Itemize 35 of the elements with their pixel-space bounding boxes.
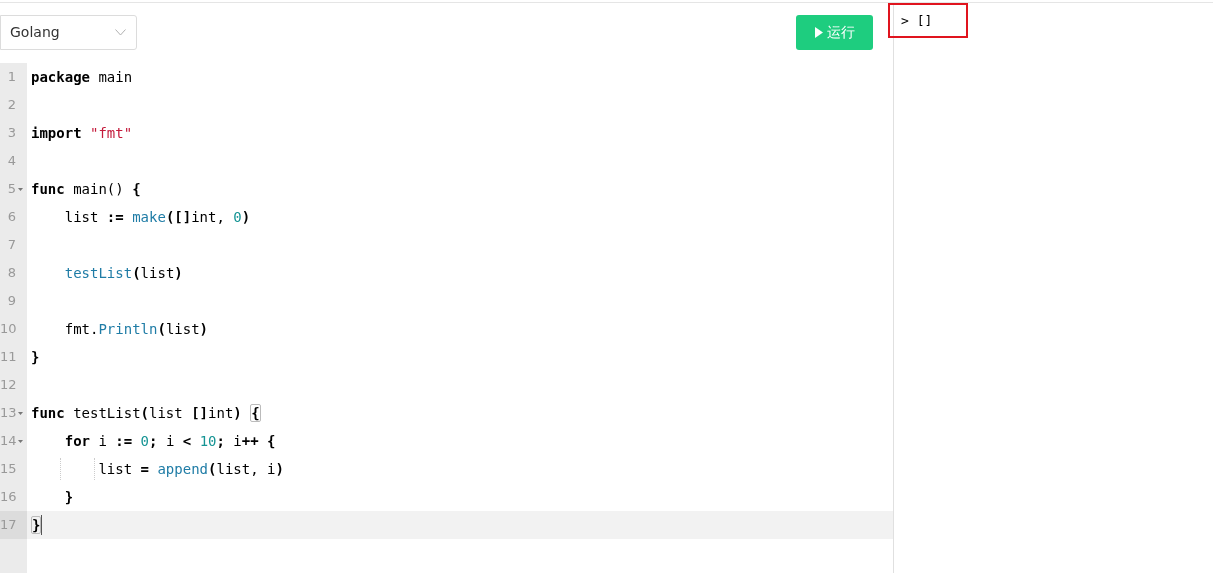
- line-number: 15: [0, 460, 17, 479]
- fold-arrow-icon[interactable]: [18, 187, 23, 191]
- line-number: 11: [0, 348, 17, 367]
- line-number: 5: [7, 180, 16, 199]
- line-number: 13: [0, 404, 17, 423]
- chevron-down-icon: [115, 29, 126, 36]
- line-number: 4: [7, 152, 16, 171]
- code-line: }: [31, 348, 40, 366]
- play-icon: [814, 27, 823, 38]
- code-line: fmt.Println(list): [63, 320, 209, 338]
- line-number: 1: [7, 68, 16, 87]
- code-line: package main: [31, 68, 133, 86]
- line-number: 12: [0, 376, 17, 395]
- line-number: 17: [0, 516, 17, 535]
- console-output: > []: [901, 13, 933, 28]
- code-line: func testList(list []int) {: [31, 404, 261, 422]
- fold-arrow-icon[interactable]: [18, 439, 24, 443]
- fold-arrow-icon[interactable]: [18, 411, 24, 415]
- line-number: 10: [0, 320, 17, 339]
- line-number: 7: [7, 236, 16, 255]
- code-line: testList(list): [63, 264, 183, 282]
- line-number: 8: [7, 264, 16, 283]
- code-line: list = append(list, i): [97, 460, 284, 478]
- code-line: func main() {: [31, 180, 141, 198]
- code-line: list := make([]int, 0): [63, 208, 251, 226]
- code-line: for i := 0; i < 10; i++ {: [63, 432, 276, 450]
- code-line: import "fmt": [31, 124, 133, 142]
- code-line: }: [63, 488, 74, 506]
- line-number: 16: [0, 488, 17, 507]
- line-number: 9: [7, 292, 16, 311]
- language-select[interactable]: Golang: [0, 15, 137, 50]
- line-number: 3: [7, 124, 16, 143]
- line-number: 2: [7, 96, 16, 115]
- line-number: 14: [0, 432, 17, 451]
- line-number: 6: [7, 208, 16, 227]
